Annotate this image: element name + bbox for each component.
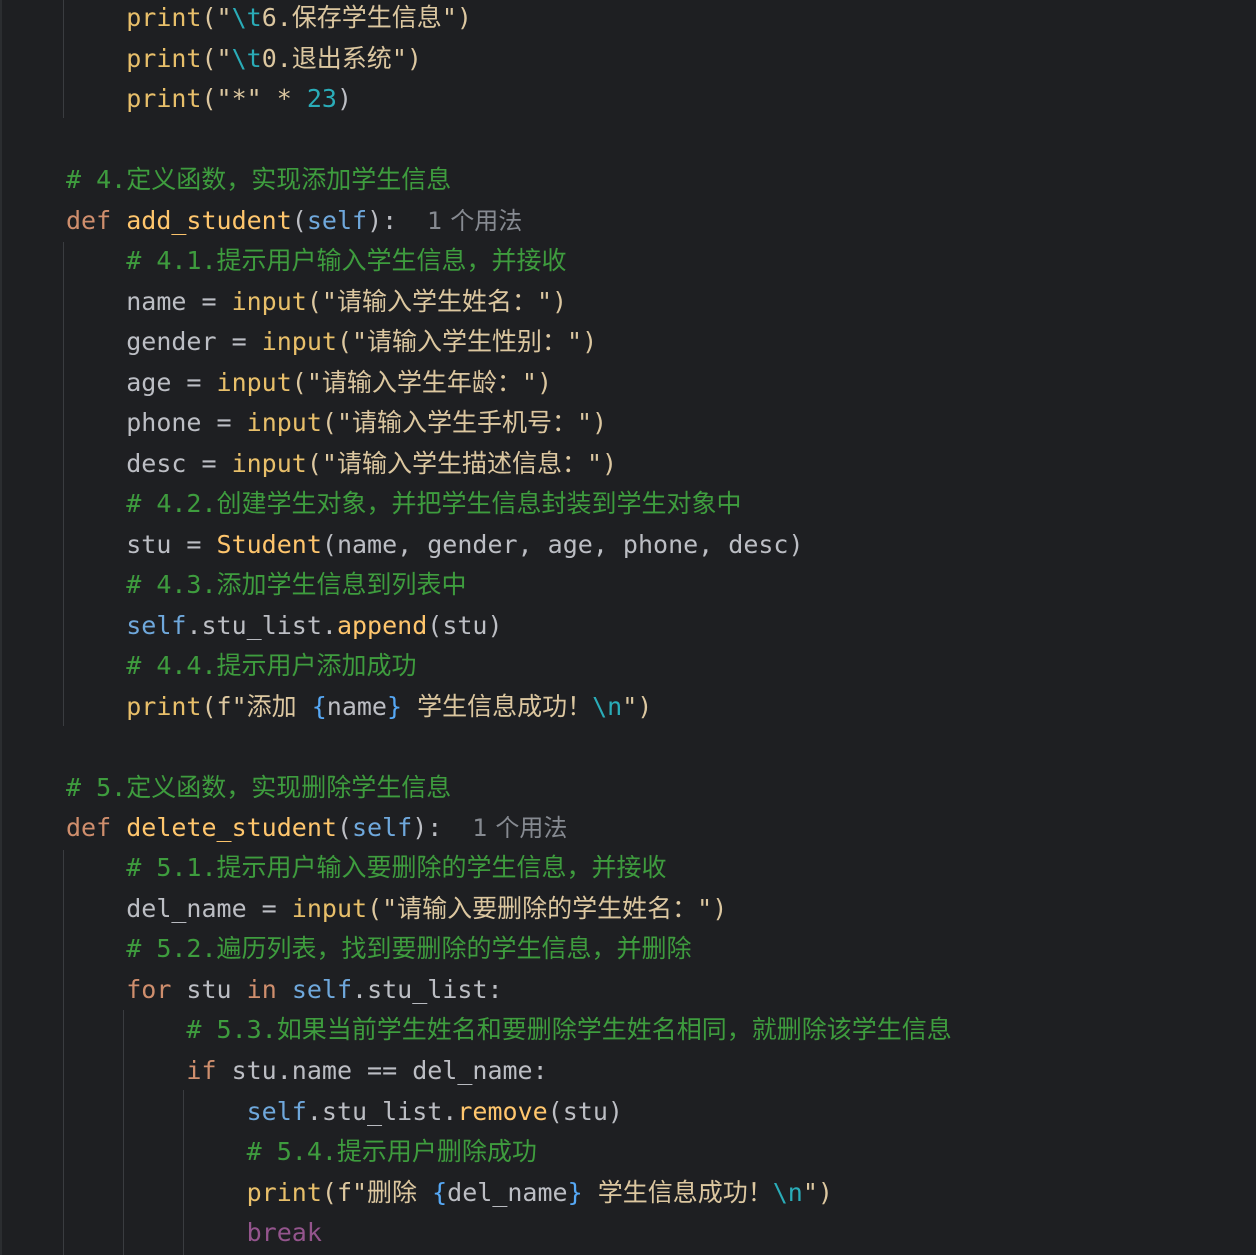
code-line[interactable]: break [66,1213,322,1253]
code-comment[interactable]: # 4.4.提示用户添加成功 [66,646,416,686]
indent-guide [63,242,64,726]
code-line[interactable]: self.stu_list.remove(stu) [66,1092,623,1132]
usage-hint[interactable]: 1 个用法 [427,207,522,235]
function-call: print [126,84,202,113]
code-line[interactable]: del_name = input("请输入要删除的学生姓名：") [66,889,727,929]
function-call: print [126,3,202,32]
code-line[interactable]: print("\t0.退出系统") [66,39,422,79]
code-line[interactable]: print("*" * 23) [66,79,352,119]
code-comment[interactable]: # 5.3.如果当前学生姓名和要删除学生姓名相同，就删除该学生信息 [66,1010,951,1050]
code-comment[interactable]: # 5.定义函数，实现删除学生信息 [66,768,451,808]
function-name: delete_student [126,813,337,842]
code-line[interactable]: print(f"删除 {del_name} 学生信息成功！\n") [66,1173,833,1213]
code-line[interactable]: gender = input("请输入学生性别：") [66,322,597,362]
function-name: add_student [126,206,292,235]
code-comment[interactable]: # 5.2.遍历列表，找到要删除的学生信息，并删除 [66,929,691,969]
code-line[interactable]: stu = Student(name, gender, age, phone, … [66,525,803,565]
code-editor[interactable]: print("\t6.保存学生信息") print("\t0.退出系统") pr… [0,0,1256,1255]
code-line[interactable]: if stu.name == del_name: [66,1051,547,1091]
code-line[interactable]: name = input("请输入学生姓名：") [66,282,567,322]
function-definition[interactable]: def add_student(self): 1 个用法 [66,201,522,241]
code-line[interactable]: print(f"添加 {name} 学生信息成功！\n") [66,687,652,727]
code-line[interactable]: desc = input("请输入学生描述信息：") [66,444,617,484]
function-call: print [126,44,202,73]
indent-guide [63,850,64,1255]
code-comment[interactable]: # 4.定义函数，实现添加学生信息 [66,160,451,200]
indent-guide [63,0,64,118]
code-comment[interactable]: # 4.3.添加学生信息到列表中 [66,565,466,605]
code-line[interactable]: print("\t6.保存学生信息") [66,0,472,38]
code-line[interactable]: for stu in self.stu_list: [66,970,502,1010]
code-comment[interactable]: # 4.1.提示用户输入学生信息，并接收 [66,241,566,281]
usage-hint[interactable]: 1 个用法 [472,814,567,842]
code-comment[interactable]: # 4.2.创建学生对象，并把学生信息封装到学生对象中 [66,484,741,524]
code-line[interactable]: age = input("请输入学生年龄：") [66,363,552,403]
code-line[interactable]: self.stu_list.append(stu) [66,606,502,646]
code-line[interactable]: phone = input("请输入学生手机号：") [66,403,607,443]
code-comment[interactable]: # 5.1.提示用户输入要删除的学生信息，并接收 [66,848,666,888]
function-definition[interactable]: def delete_student(self): 1 个用法 [66,808,567,848]
code-comment[interactable]: # 5.4.提示用户删除成功 [66,1132,537,1172]
